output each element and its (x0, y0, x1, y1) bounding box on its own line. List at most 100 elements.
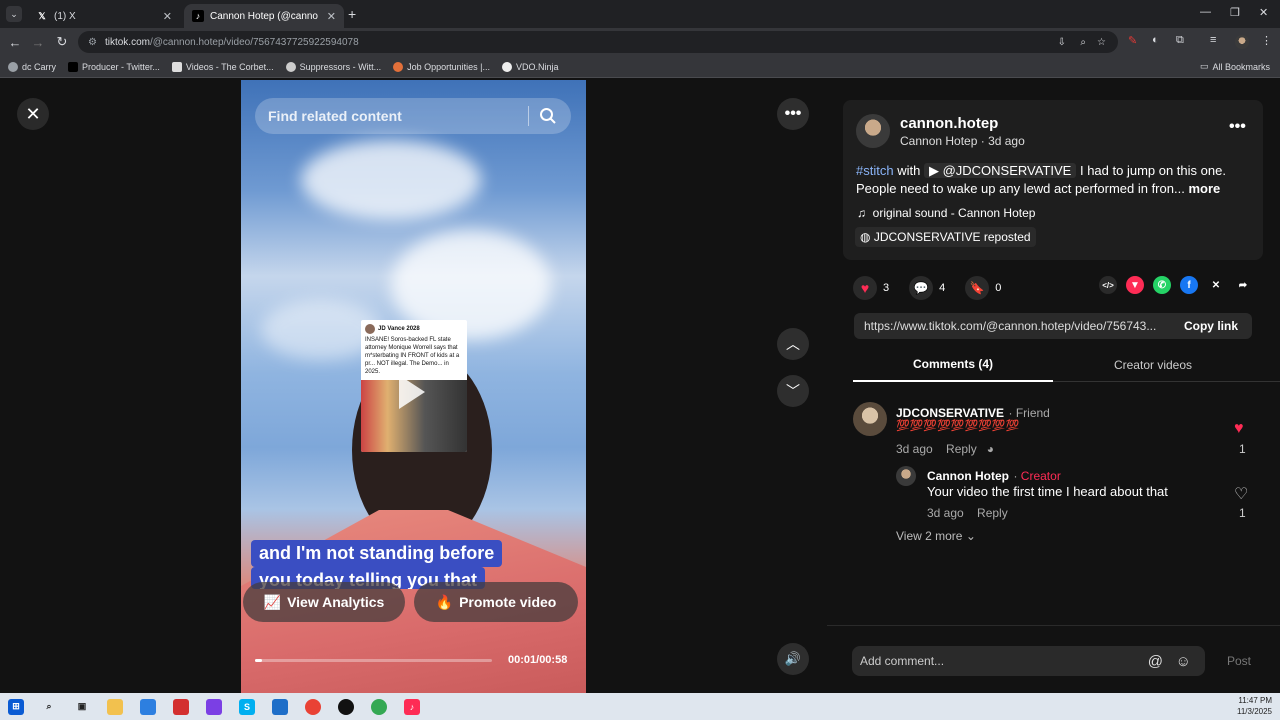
back-icon[interactable]: ← (3, 30, 27, 54)
mention-at-icon[interactable]: @ (1148, 653, 1163, 670)
next-video-button[interactable]: ﹀ (777, 375, 809, 407)
more-link[interactable]: more (1188, 181, 1220, 196)
app-icon[interactable] (206, 698, 222, 715)
install-icon[interactable]: ⇩ (1058, 37, 1066, 48)
bookmark-suppressors[interactable]: Suppressors - Witt... (285, 61, 381, 72)
engagement-row: ♥ 3 💬 4 🔖 0 (853, 276, 1001, 300)
address-bar[interactable]: ⚙ tiktok.com/@cannon.hotep/video/7567437… (78, 31, 1118, 53)
tab-comments[interactable]: Comments (4) (853, 348, 1053, 382)
extension-pen-icon[interactable]: ✎ (1128, 34, 1137, 47)
promote-video-button[interactable]: 🔥 Promote video (414, 582, 578, 622)
replier-avatar[interactable] (896, 466, 916, 486)
zoom-icon[interactable]: ⌕ (1080, 37, 1086, 48)
repost-chip[interactable]: ◍ JDCONSERVATIVE reposted (855, 227, 1036, 247)
skype-icon[interactable]: S (239, 698, 255, 715)
windows-start-icon[interactable]: ⊞ (8, 698, 24, 715)
search-icon[interactable]: ⌕ (41, 699, 57, 715)
comment-bubble-icon[interactable]: 💬 (909, 276, 934, 300)
app-icon[interactable] (338, 698, 354, 715)
restore-icon[interactable]: ❐ (1230, 6, 1240, 19)
video-time: 00:01/00:58 (508, 654, 568, 666)
search-icon[interactable] (539, 107, 557, 125)
browser-tab-tiktok[interactable]: ♪ Cannon Hotep (@cannon.hote ✕ (184, 4, 344, 28)
details-panel: cannon.hotep Cannon Hotep · 3d ago ••• #… (827, 80, 1280, 693)
chrome-icon[interactable] (371, 698, 387, 715)
embed-code-icon[interactable]: </> (1099, 276, 1117, 294)
reload-icon[interactable]: ↻ (50, 30, 74, 54)
hashtag-stitch[interactable]: #stitch (856, 163, 894, 178)
comment-like-heart-icon[interactable]: ♥ (1234, 420, 1244, 438)
reply-button[interactable]: Reply (946, 442, 977, 456)
reply-header: Cannon Hotep · Creator (927, 469, 1061, 483)
video-progress-bar[interactable] (255, 659, 492, 662)
copy-link-button[interactable]: Copy link (1170, 313, 1252, 339)
emoji-icon[interactable]: ☺ (1176, 653, 1191, 670)
friend-tag: Friend (1015, 406, 1050, 420)
video-player[interactable]: JD Vance 2028 INSANE! Soros-backed FL st… (241, 80, 586, 693)
whatsapp-icon[interactable]: ✆ (1153, 276, 1171, 294)
minimize-icon[interactable]: — (1200, 6, 1211, 18)
add-comment-input[interactable]: Add comment... @ ☺ (852, 646, 1205, 676)
close-window-icon[interactable]: ✕ (1259, 6, 1268, 19)
more-options-button[interactable]: ••• (777, 98, 809, 130)
file-explorer-icon[interactable] (107, 698, 123, 715)
video-link: https://www.tiktok.com/@cannon.hotep/vid… (864, 319, 1157, 333)
extension-icon[interactable]: ◐ (1152, 34, 1159, 46)
reply-button[interactable]: Reply (977, 506, 1008, 520)
search-placeholder: Find related content (268, 108, 402, 124)
commenter-avatar[interactable] (853, 402, 887, 436)
store-icon[interactable] (272, 698, 288, 715)
send-friends-icon[interactable]: ▼ (1126, 276, 1144, 294)
profile-avatar[interactable] (1235, 35, 1249, 49)
media-icon[interactable]: ≡ (1210, 34, 1216, 46)
forward-icon[interactable]: → (26, 30, 50, 54)
browser-tab-x[interactable]: 𝕏 (1) X ✕ (28, 4, 180, 28)
app-icon[interactable] (173, 698, 189, 715)
reply-like-heart-icon[interactable]: ♡ (1234, 484, 1248, 504)
x-share-icon[interactable]: ✕ (1207, 276, 1225, 294)
facebook-icon[interactable]: f (1180, 276, 1198, 294)
post-button[interactable]: Post (1227, 654, 1251, 668)
bookmark-dc-carry[interactable]: dc Carry (8, 61, 56, 72)
like-heart-icon[interactable]: ♥ (853, 276, 877, 300)
close-video-button[interactable]: ✕ (17, 98, 49, 130)
close-tab-icon[interactable]: ✕ (327, 10, 336, 23)
bookmark-videos-corbet[interactable]: Videos - The Corbet... (171, 61, 274, 72)
close-tab-icon[interactable]: ✕ (163, 10, 172, 23)
replier-name[interactable]: Cannon Hotep (927, 469, 1009, 483)
share-arrow-icon[interactable]: ➦ (1234, 276, 1252, 294)
bookmark-job-opportunities[interactable]: Job Opportunities |... (393, 61, 490, 72)
repost-avatar-icon: ◍ (860, 230, 871, 244)
bookmark-producer-twitter[interactable]: Producer - Twitter... (68, 61, 160, 72)
site-info-icon[interactable]: ⚙ (88, 37, 97, 48)
creator-username[interactable]: cannon.hotep (900, 115, 998, 132)
bookmark-star-icon[interactable]: ☆ (1097, 37, 1106, 48)
new-tab-button[interactable]: + (348, 6, 356, 22)
commenter-name[interactable]: JDCONSERVATIVE (896, 406, 1004, 420)
bookmark-vdo-ninja[interactable]: VDO.Ninja (502, 61, 559, 72)
card-more-icon[interactable]: ••• (1229, 118, 1246, 136)
browser-menu-icon[interactable]: ⋮ (1261, 34, 1272, 47)
windows-taskbar: ⊞ ⌕ ▣ S ♪ 11:47 PM 11/3/2025 (0, 693, 1280, 720)
view-more-replies[interactable]: View 2 more ⌄ (896, 529, 976, 543)
tab-search-button[interactable]: ⌄ (6, 6, 22, 22)
chrome-icon[interactable] (305, 698, 321, 715)
url-domain: tiktok.com (104, 36, 150, 48)
stitched-tweet: JD Vance 2028 INSANE! Soros-backed FL st… (361, 320, 467, 452)
system-clock[interactable]: 11:47 PM 11/3/2025 (1237, 695, 1272, 717)
extensions-puzzle-icon[interactable]: ⧉ (1176, 34, 1184, 47)
browser-toolbar: ← → ↻ ⚙ tiktok.com/@cannon.hotep/video/7… (0, 28, 1280, 56)
tiktok-icon[interactable]: ♪ (404, 698, 420, 715)
sound-row[interactable]: ♫ original sound - Cannon Hotep (857, 206, 1035, 220)
find-related-search[interactable]: Find related content (255, 98, 571, 134)
tab-creator-videos[interactable]: Creator videos (1053, 348, 1253, 382)
all-bookmarks[interactable]: ▭ All Bookmarks (1200, 61, 1270, 72)
bookmark-icon[interactable]: 🔖 (965, 276, 990, 300)
view-analytics-button[interactable]: 📈 View Analytics (243, 582, 405, 622)
creator-avatar[interactable] (856, 114, 890, 148)
previous-video-button[interactable]: ︿ (777, 328, 809, 360)
volume-button[interactable]: 🔊 (777, 643, 809, 675)
app-icon[interactable] (140, 698, 156, 715)
task-view-icon[interactable]: ▣ (74, 699, 90, 715)
mention-chip[interactable]: ▶ @JDCONSERVATIVE (923, 163, 1077, 178)
